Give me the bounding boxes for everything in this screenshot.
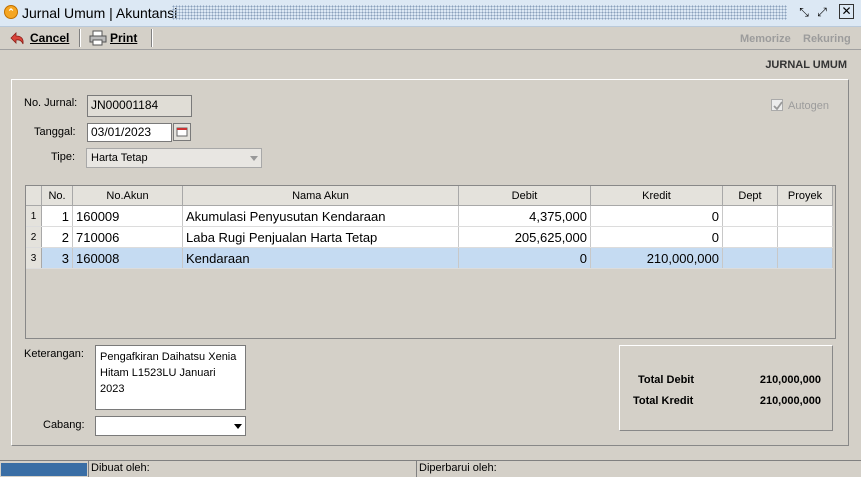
cell-nama-akun[interactable]: Akumulasi Penyusutan Kendaraan bbox=[182, 205, 459, 227]
cell-no-akun[interactable]: 160009 bbox=[72, 205, 183, 227]
close-icon[interactable]: ✕ bbox=[839, 4, 854, 19]
no-jurnal-field[interactable]: JN00001184 bbox=[87, 95, 192, 117]
chevron-down-icon bbox=[234, 424, 242, 429]
cell-kredit[interactable]: 0 bbox=[590, 205, 723, 227]
cell-no-akun[interactable]: 710006 bbox=[72, 226, 183, 248]
section-title: JURNAL UMUM bbox=[765, 59, 847, 71]
total-kredit-value: 210,000,000 bbox=[759, 395, 821, 407]
cell-proyek[interactable] bbox=[777, 226, 833, 248]
cell-proyek[interactable] bbox=[777, 247, 833, 269]
cell-dept[interactable] bbox=[722, 247, 778, 269]
cell-no[interactable]: 1 bbox=[41, 205, 73, 227]
cell-debit[interactable]: 4,375,000 bbox=[458, 205, 591, 227]
cell-nama-akun[interactable]: Laba Rugi Penjualan Harta Tetap bbox=[182, 226, 459, 248]
checkmark-icon bbox=[773, 101, 783, 111]
cell-debit[interactable]: 0 bbox=[458, 247, 591, 269]
rekuring-button[interactable]: Rekuring bbox=[803, 33, 851, 45]
tipe-value: Harta Tetap bbox=[91, 152, 148, 164]
grid-header-row: No. No.Akun Nama Akun Debit Kredit Dept … bbox=[26, 186, 833, 206]
print-button[interactable]: Print bbox=[89, 29, 137, 47]
row-number: 1 bbox=[26, 205, 42, 227]
table-row-selected[interactable]: 3 3 160008 Kendaraan 0 210,000,000 bbox=[26, 247, 833, 269]
column-header-no-akun[interactable]: No.Akun bbox=[72, 186, 183, 206]
cell-no[interactable]: 3 bbox=[41, 247, 73, 269]
table-row[interactable]: 1 1 160009 Akumulasi Penyusutan Kendaraa… bbox=[26, 205, 833, 227]
cell-kredit[interactable]: 210,000,000 bbox=[590, 247, 723, 269]
journal-grid: No. No.Akun Nama Akun Debit Kredit Dept … bbox=[25, 185, 836, 339]
restore-icon[interactable]: ⤡ bbox=[796, 4, 812, 20]
column-header-proyek[interactable]: Proyek bbox=[777, 186, 833, 206]
memorize-button[interactable]: Memorize bbox=[740, 33, 791, 45]
row-number-header bbox=[26, 186, 42, 206]
window-title: Jurnal Umum | Akuntansi bbox=[22, 5, 178, 21]
column-header-no[interactable]: No. bbox=[41, 186, 73, 206]
keterangan-textarea[interactable]: Pengafkiran Daihatsu Xenia Hitam L1523LU… bbox=[95, 345, 246, 410]
totals-panel: Total Debit 210,000,000 Total Kredit 210… bbox=[619, 345, 833, 431]
cell-debit[interactable]: 205,625,000 bbox=[458, 226, 591, 248]
cancel-label: Cancel bbox=[30, 31, 70, 45]
autogen-checkbox[interactable] bbox=[771, 99, 783, 111]
autogen-label: Autogen bbox=[788, 100, 829, 112]
table-row[interactable]: 2 2 710006 Laba Rugi Penjualan Harta Tet… bbox=[26, 226, 833, 248]
app-icon: ⌃ bbox=[4, 5, 18, 19]
chevron-down-icon bbox=[250, 156, 258, 161]
keterangan-label: Keterangan: bbox=[24, 348, 84, 360]
cancel-button[interactable]: Cancel bbox=[8, 29, 69, 47]
column-header-debit[interactable]: Debit bbox=[458, 186, 591, 206]
column-header-kredit[interactable]: Kredit bbox=[590, 186, 723, 206]
cell-no-akun[interactable]: 160008 bbox=[72, 247, 183, 269]
tanggal-label: Tanggal: bbox=[34, 126, 76, 138]
updated-by-label: Diperbarui oleh: bbox=[416, 461, 497, 477]
cell-nama-akun[interactable]: Kendaraan bbox=[182, 247, 459, 269]
printer-icon bbox=[89, 30, 107, 46]
cell-proyek[interactable] bbox=[777, 205, 833, 227]
column-header-dept[interactable]: Dept bbox=[722, 186, 778, 206]
cabang-label: Cabang: bbox=[43, 419, 85, 431]
row-number: 2 bbox=[26, 226, 42, 248]
column-header-nama-akun[interactable]: Nama Akun bbox=[182, 186, 459, 206]
toolbar-separator bbox=[151, 29, 153, 47]
row-number: 3 bbox=[26, 247, 42, 269]
tipe-select[interactable]: Harta Tetap bbox=[86, 148, 262, 168]
undo-icon bbox=[10, 32, 24, 45]
tanggal-field[interactable]: 03/01/2023 bbox=[87, 123, 172, 142]
toolbar-separator bbox=[79, 29, 81, 47]
cell-no[interactable]: 2 bbox=[41, 226, 73, 248]
status-indicator bbox=[1, 463, 87, 476]
calendar-icon bbox=[176, 127, 188, 137]
maximize-icon[interactable]: ⤢ bbox=[814, 4, 830, 20]
cell-dept[interactable] bbox=[722, 205, 778, 227]
cell-dept[interactable] bbox=[722, 226, 778, 248]
status-bar: Dibuat oleh: Diperbarui oleh: bbox=[0, 460, 861, 477]
title-bar: ⌃ Jurnal Umum | Akuntansi ⤡ ⤢ ✕ bbox=[0, 0, 861, 27]
no-jurnal-label: No. Jurnal: bbox=[24, 97, 78, 109]
total-debit-value: 210,000,000 bbox=[759, 374, 821, 386]
calendar-button[interactable] bbox=[173, 123, 191, 141]
cabang-select[interactable] bbox=[95, 416, 246, 436]
total-debit-label: Total Debit bbox=[638, 374, 695, 386]
print-label: Print bbox=[110, 31, 138, 45]
tipe-label: Tipe: bbox=[51, 151, 76, 163]
title-bar-pattern bbox=[172, 5, 787, 20]
total-kredit-label: Total Kredit bbox=[633, 395, 694, 407]
created-by-label: Dibuat oleh: bbox=[88, 461, 150, 477]
toolbar: Cancel Print Memorize Rekuring bbox=[0, 27, 861, 50]
cell-kredit[interactable]: 0 bbox=[590, 226, 723, 248]
